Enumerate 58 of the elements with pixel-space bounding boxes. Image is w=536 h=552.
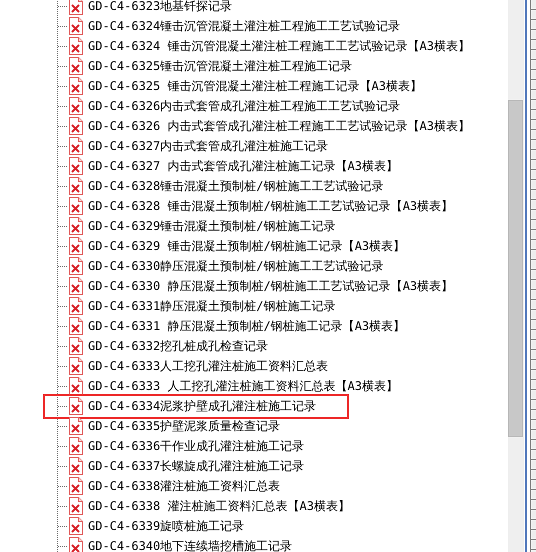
document-x-icon [68,297,84,315]
document-x-icon [68,377,84,395]
document-x-icon [68,77,84,95]
file-name[interactable]: GD-C4-6330 静压混凝土预制桩/钢桩施工工艺试验记录【A3横表】 [88,280,454,292]
file-name[interactable]: GD-C4-6324 锤击沉管混凝土灌注桩工程施工工艺试验记录【A3横表】 [88,40,470,52]
document-x-icon [68,397,84,415]
document-x-icon [68,537,84,552]
file-name[interactable]: GD-C4-6330静压混凝土预制桩/钢桩施工工艺试验记录 [88,260,384,272]
file-name[interactable]: GD-C4-6325 锤击沉管混凝土灌注桩工程施工记录【A3横表】 [88,80,422,92]
document-x-icon [68,437,84,455]
document-x-icon [68,477,84,495]
document-x-icon [68,0,84,15]
file-name[interactable]: GD-C4-6323地基钎探记录 [88,0,232,12]
file-name[interactable]: GD-C4-6331静压混凝土预制桩/钢桩施工记录 [88,300,336,312]
document-x-icon [68,497,84,515]
document-x-icon [68,257,84,275]
document-x-icon [68,97,84,115]
file-name[interactable]: GD-C4-6339旋喷桩施工记录 [88,520,244,532]
document-x-icon [68,237,84,255]
file-name[interactable]: GD-C4-6327内击式套管成孔灌注桩施工记录 [88,140,328,152]
file-name[interactable]: GD-C4-6338 灌注桩施工资料汇总表【A3横表】 [88,500,350,512]
document-x-icon [68,277,84,295]
file-name[interactable]: GD-C4-6334泥浆护壁成孔灌注桩施工记录 [88,400,316,412]
document-x-icon [68,317,84,335]
document-x-icon [68,457,84,475]
file-name[interactable]: GD-C4-6332挖孔桩成孔检查记录 [88,340,268,352]
file-name[interactable]: GD-C4-6333 人工挖孔灌注桩施工资料汇总表【A3横表】 [88,380,398,392]
file-name[interactable]: GD-C4-6326 内击式套管成孔灌注桩工程施工工艺试验记录【A3横表】 [88,120,470,132]
file-name[interactable]: GD-C4-6329锤击混凝土预制桩/钢桩施工记录 [88,220,336,232]
scrollbar-thumb[interactable] [508,100,523,437]
document-x-icon [68,157,84,175]
document-x-icon [68,197,84,215]
file-name[interactable]: GD-C4-6338灌注桩施工资料汇总表 [88,480,280,492]
file-name[interactable]: GD-C4-6331 静压混凝土预制桩/钢桩施工记录【A3横表】 [88,320,406,332]
document-x-icon [68,17,84,35]
document-x-icon [68,517,84,535]
file-name[interactable]: GD-C4-6328 锤击混凝土预制桩/钢桩施工工艺试验记录【A3横表】 [88,200,454,212]
file-name[interactable]: GD-C4-6326内击式套管成孔灌注桩工程施工工艺试验记录 [88,100,400,112]
document-x-icon [68,357,84,375]
document-x-icon [68,117,84,135]
document-x-icon [68,37,84,55]
document-x-icon [68,417,84,435]
scrollbar[interactable] [508,0,524,552]
file-name[interactable]: GD-C4-6333人工挖孔灌注桩施工资料汇总表 [88,360,328,372]
document-x-icon [68,337,84,355]
file-name[interactable]: GD-C4-6324锤击沉管混凝土灌注桩工程施工工艺试验记录 [88,20,400,32]
file-name[interactable]: GD-C4-6336干作业成孔灌注桩施工记录 [88,440,304,452]
file-name[interactable]: GD-C4-6337长螺旋成孔灌注桩施工记录 [88,460,304,472]
document-x-icon [68,137,84,155]
file-name[interactable]: GD-C4-6329 锤击混凝土预制桩/钢桩施工记录【A3横表】 [88,240,406,252]
file-name[interactable]: GD-C4-6335护壁泥浆质量检查记录 [88,420,280,432]
file-name[interactable]: GD-C4-6325锤击沉管混凝土灌注桩工程施工记录 [88,60,352,72]
file-name[interactable]: GD-C4-6328锤击混凝土预制桩/钢桩施工工艺试验记录 [88,180,384,192]
document-x-icon [68,57,84,75]
document-x-icon [68,177,84,195]
file-name[interactable]: GD-C4-6327 内击式套管成孔灌注桩施工记录【A3横表】 [88,160,398,172]
document-x-icon [68,217,84,235]
file-name[interactable]: GD-C4-6340地下连续墙挖槽施工记录 [88,540,292,552]
